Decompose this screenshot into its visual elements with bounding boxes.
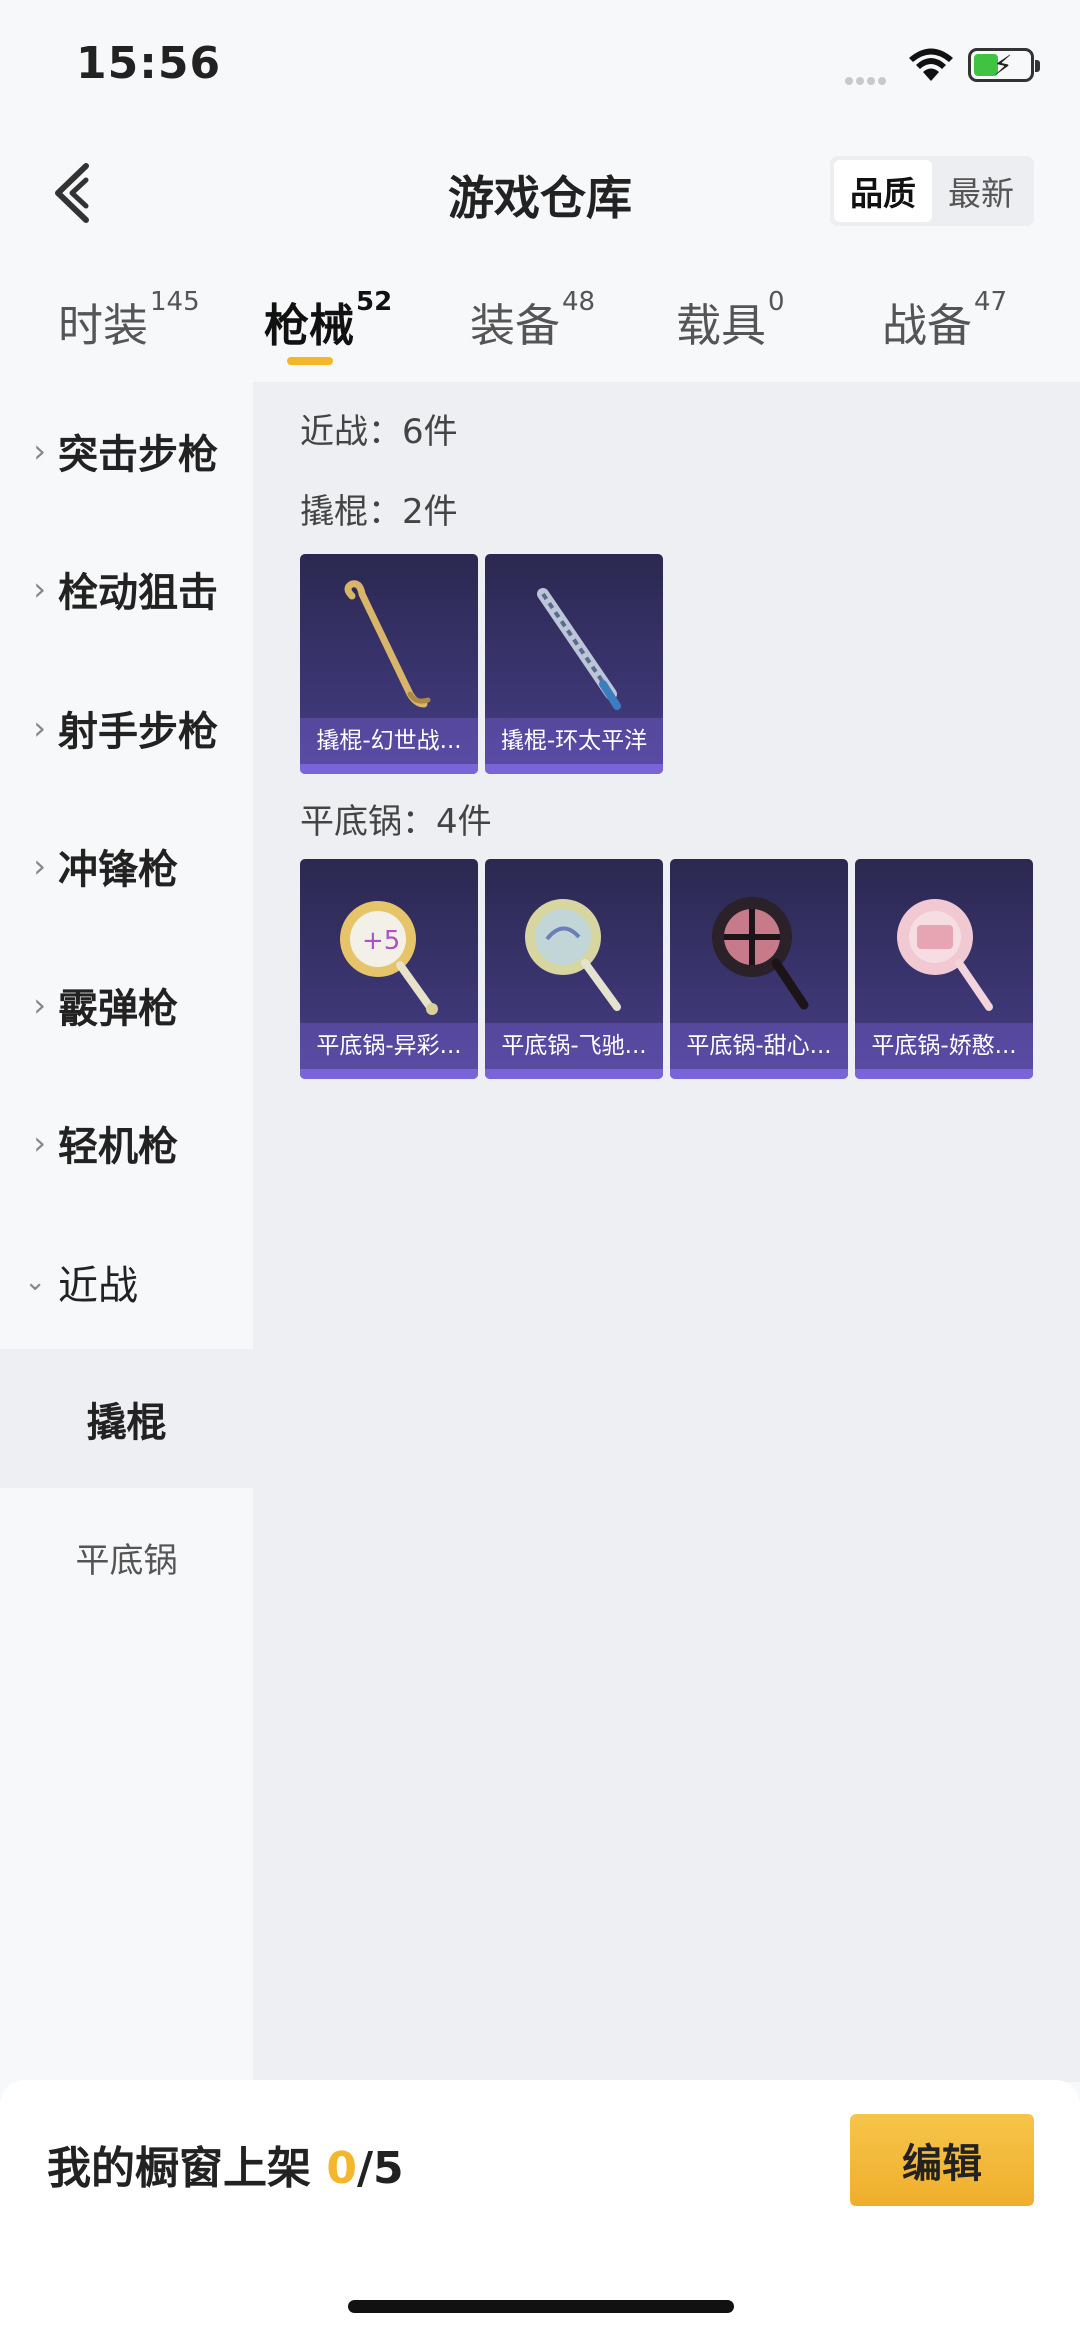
tab-count: 52	[356, 287, 393, 317]
edit-button[interactable]: 编辑	[850, 2114, 1034, 2206]
wifi-icon	[909, 48, 953, 81]
tab-label: 载具	[676, 299, 767, 352]
chevron-right-icon: ›	[33, 986, 46, 1024]
item-card-crowbar-2[interactable]: 撬棍-环太平洋	[485, 554, 663, 774]
showcase-footer: 我的橱窗上架 0/5 编辑	[0, 2080, 1080, 2339]
svg-text:+5: +5	[362, 926, 400, 956]
sidebar-item-lmg[interactable]: › 轻机枪	[0, 1074, 253, 1212]
chevron-down-icon: ⌄	[24, 1267, 46, 1297]
sidebar-item-label: 栓动狙击	[58, 570, 218, 616]
battery-icon: ⚡	[968, 48, 1040, 82]
tab-vehicles[interactable]: 载具0	[676, 287, 785, 354]
item-card-pan-2[interactable]: 平底锅-飞驰...	[485, 859, 663, 1079]
status-time: 15:56	[76, 38, 222, 89]
tab-fashion[interactable]: 时装145	[58, 287, 200, 354]
tab-firearms[interactable]: 枪械52	[264, 287, 393, 354]
sidebar-item-label: 突击步枪	[58, 432, 218, 478]
tab-count: 0	[768, 287, 785, 317]
showcase-status: 我的橱窗上架 0/5	[47, 2132, 404, 2196]
sort-toggle: 品质 最新	[830, 156, 1034, 226]
sidebar: › 突击步枪 › 栓动狙击 › 射手步枪 › 冲锋枪 › 霰弹枪 › 轻机枪 ⌄…	[0, 382, 253, 2082]
sidebar-item-smg[interactable]: › 冲锋枪	[0, 797, 253, 935]
sidebar-item-assault-rifle[interactable]: › 突击步枪	[0, 382, 253, 520]
showcase-total-count: /5	[356, 2143, 404, 2194]
item-card-crowbar-1[interactable]: 撬棍-幻世战...	[300, 554, 478, 774]
tab-label: 装备	[470, 299, 561, 352]
category-tabs: 时装145 枪械52 装备48 载具0 战备47	[0, 275, 1080, 385]
chevron-right-icon: ›	[33, 432, 46, 470]
sidebar-item-label: 射手步枪	[58, 709, 218, 755]
sidebar-item-label: 霰弹枪	[58, 986, 178, 1032]
sidebar-subitem-label: 平底锅	[75, 1541, 178, 1581]
item-name: 撬棍-环太平洋	[485, 718, 663, 764]
sidebar-item-label: 冲锋枪	[58, 847, 178, 893]
chevron-right-icon: ›	[33, 709, 46, 747]
sidebar-subitem-crowbar[interactable]: 撬棍	[0, 1349, 253, 1488]
sort-quality-button[interactable]: 品质	[834, 160, 932, 222]
cellular-signal-icon	[845, 70, 897, 85]
tab-label: 战备	[882, 299, 973, 352]
tab-label: 时装	[58, 299, 149, 352]
crowbar-section-header: 撬棍：2件	[300, 492, 458, 532]
item-grid-panel: 近战：6件 撬棍：2件 撬棍-幻世战... 撬棍-环太平洋 平底锅：4件 +5 …	[253, 382, 1080, 2082]
chevron-right-icon: ›	[33, 1124, 46, 1162]
item-name: 撬棍-幻世战...	[300, 718, 478, 764]
sidebar-item-bolt-sniper[interactable]: › 栓动狙击	[0, 520, 253, 658]
nav-bar: 游戏仓库 品质 最新	[0, 130, 1080, 250]
chevron-right-icon: ›	[33, 570, 46, 608]
chevron-right-icon: ›	[33, 847, 46, 885]
tab-label: 枪械	[264, 299, 355, 352]
sidebar-item-label: 轻机枪	[58, 1124, 178, 1170]
showcase-label: 我的橱窗上架	[47, 2143, 311, 2194]
sidebar-subitem-label: 撬棍	[86, 1399, 167, 1446]
sort-newest-button[interactable]: 最新	[932, 160, 1030, 222]
tab-count: 47	[974, 287, 1008, 317]
melee-section-header: 近战：6件	[300, 412, 458, 452]
tab-supplies[interactable]: 战备47	[882, 287, 1008, 354]
item-card-pan-1[interactable]: +5 平底锅-异彩...	[300, 859, 478, 1079]
item-name: 平底锅-甜心...	[670, 1023, 848, 1069]
sidebar-item-melee[interactable]: ⌄ 近战	[0, 1213, 253, 1351]
sidebar-item-shotgun[interactable]: › 霰弹枪	[0, 936, 253, 1074]
item-name: 平底锅-异彩...	[300, 1023, 478, 1069]
pan-section-header: 平底锅：4件	[300, 802, 492, 842]
sidebar-item-marksman-rifle[interactable]: › 射手步枪	[0, 659, 253, 797]
active-tab-indicator	[287, 357, 333, 365]
tab-count: 48	[562, 287, 596, 317]
tab-equipment[interactable]: 装备48	[470, 287, 596, 354]
tab-count: 145	[150, 287, 200, 317]
home-indicator	[348, 2300, 734, 2313]
item-name: 平底锅-飞驰...	[485, 1023, 663, 1069]
item-card-pan-3[interactable]: 平底锅-甜心...	[670, 859, 848, 1079]
showcase-current-count: 0	[326, 2143, 357, 2194]
item-name: 平底锅-娇憨...	[855, 1023, 1033, 1069]
status-bar: 15:56 ⚡	[0, 0, 1080, 130]
sidebar-item-label: 近战	[58, 1263, 138, 1309]
sidebar-subitem-pan[interactable]: 平底锅	[0, 1488, 253, 1627]
item-card-pan-4[interactable]: 平底锅-娇憨...	[855, 859, 1033, 1079]
